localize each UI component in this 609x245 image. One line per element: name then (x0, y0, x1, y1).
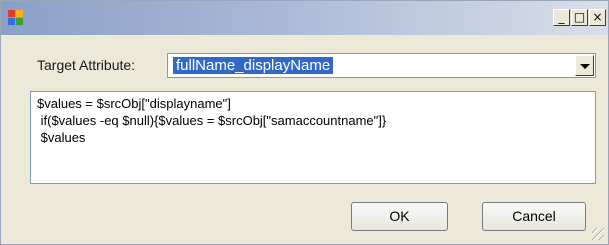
close-icon: × (592, 10, 603, 24)
minimize-icon: _ (558, 10, 565, 24)
target-attribute-dropdown[interactable]: fullName_displayName (167, 53, 596, 78)
app-window-icon (8, 10, 24, 26)
script-line: $values = $srcObj["displayname"] (37, 96, 231, 111)
title-bar[interactable]: _ □ × (1, 1, 608, 35)
target-attribute-value: fullName_displayName (173, 57, 334, 74)
target-attribute-label: Target Attribute: (37, 57, 136, 73)
resize-grip-icon[interactable] (592, 228, 604, 240)
minimize-button[interactable]: _ (553, 9, 570, 26)
script-dialog: _ □ × Target Attribute: fullName_display… (0, 0, 609, 245)
maximize-button[interactable]: □ (571, 9, 588, 26)
script-line: $values (37, 130, 86, 145)
ok-button[interactable]: OK (351, 202, 448, 231)
script-editor[interactable]: $values = $srcObj["displayname"] if($val… (30, 91, 596, 184)
cancel-button[interactable]: Cancel (482, 202, 586, 231)
maximize-icon: □ (573, 10, 586, 24)
dropdown-arrow-icon[interactable] (575, 55, 594, 76)
script-line: if($values -eq $null){$values = $srcObj[… (37, 113, 387, 128)
close-button[interactable]: × (589, 9, 606, 26)
